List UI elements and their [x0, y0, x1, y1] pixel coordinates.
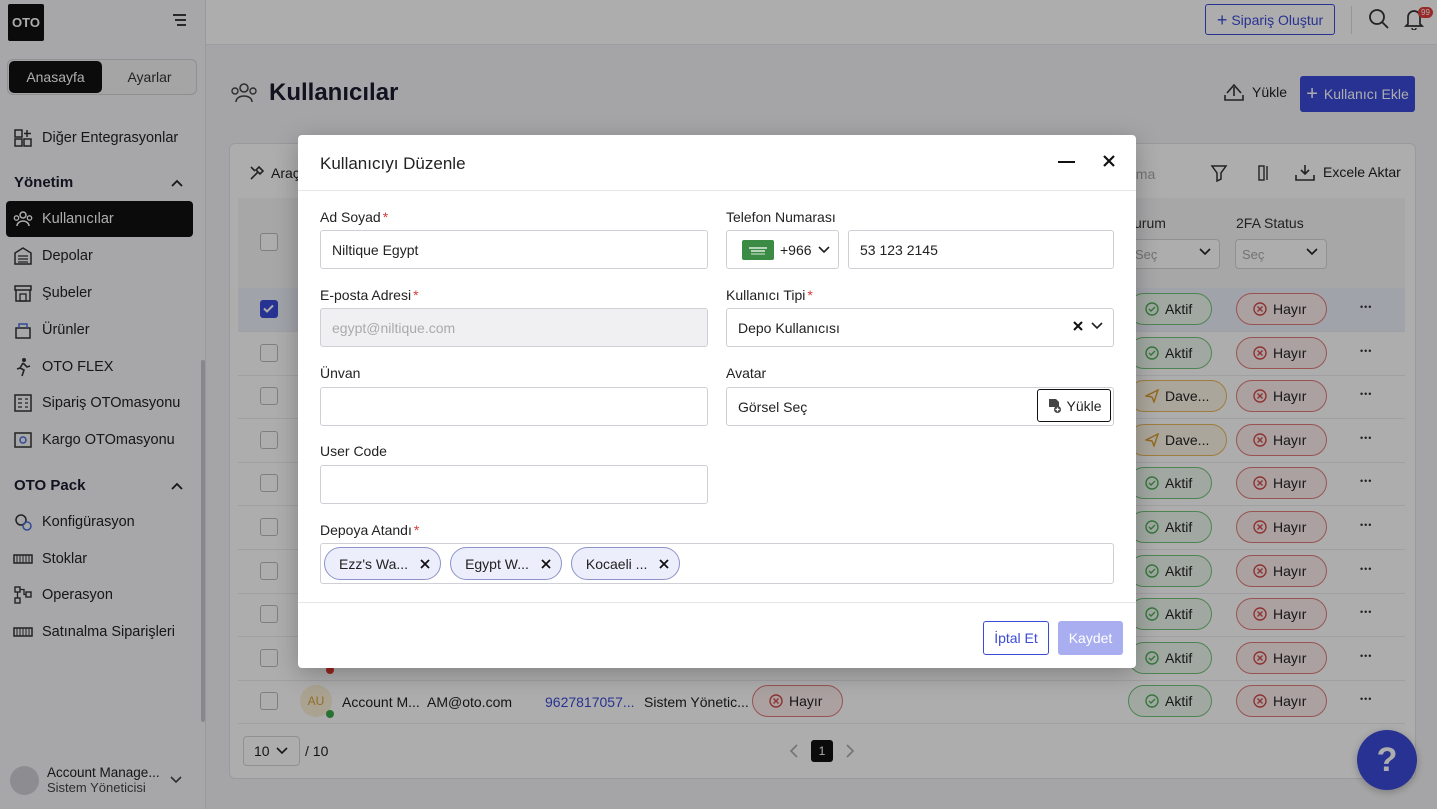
user-code-field[interactable]: [320, 465, 708, 504]
user-type-label-text: Kullanıcı Tipi: [726, 287, 806, 303]
remove-tag-icon[interactable]: [659, 558, 669, 569]
clear-icon[interactable]: [1073, 321, 1083, 331]
cancel-button[interactable]: İptal Et: [983, 621, 1049, 655]
required-mark: *: [807, 287, 813, 303]
saudi-flag-icon: [742, 239, 774, 260]
country-code-select[interactable]: +966: [726, 230, 839, 269]
warehouse-multiselect[interactable]: Ezz's Wa... Egypt W... Kocaeli ...: [320, 543, 1114, 584]
required-mark: *: [413, 522, 420, 538]
user-type-label: Kullanıcı Tipi *: [726, 287, 813, 303]
warehouse-tag-label: Ezz's Wa...: [339, 555, 409, 572]
name-field[interactable]: Niltique Egypt: [320, 230, 708, 269]
name-label: Ad Soyad *: [320, 209, 388, 225]
modal-title: Kullanıcıyı Düzenle: [320, 154, 466, 173]
warehouse-label-text: Depoya Atandı: [320, 522, 412, 538]
remove-tag-icon[interactable]: [420, 558, 430, 569]
close-icon[interactable]: [1102, 154, 1116, 171]
warehouse-label: Depoya Atandı *: [320, 522, 419, 538]
title-field[interactable]: [320, 387, 708, 426]
warehouse-tag: Ezz's Wa...: [324, 547, 442, 580]
warehouse-tag: Egypt W...: [450, 547, 562, 580]
email-label-text: E-posta Adresi: [320, 287, 412, 303]
chevron-down-icon: [817, 245, 830, 253]
phone-label: Telefon Numarası: [726, 209, 836, 225]
email-field: egypt@niltique.com: [320, 308, 708, 347]
required-mark: *: [382, 209, 389, 225]
file-upload-icon: [1049, 398, 1062, 413]
email-label: E-posta Adresi *: [320, 287, 419, 303]
minimize-icon[interactable]: [1058, 161, 1075, 163]
user-code-label: User Code: [320, 443, 387, 459]
country-code-value: +966: [780, 241, 812, 258]
title-label: Ünvan: [320, 365, 361, 381]
edit-user-modal: Kullanıcıyı Düzenle Ad Soyad * Niltique E…: [298, 135, 1136, 668]
chevron-down-icon[interactable]: [1091, 322, 1103, 330]
save-button[interactable]: Kaydet: [1058, 621, 1123, 655]
avatar-upload-label: Yükle: [1066, 397, 1102, 414]
avatar-upload-button[interactable]: Yükle: [1037, 389, 1111, 422]
warehouse-tag: Kocaeli ...: [570, 547, 681, 580]
user-type-select[interactable]: Depo Kullanıcısı: [726, 308, 1114, 347]
warehouse-tag-label: Egypt W...: [465, 555, 529, 572]
required-mark: *: [413, 287, 419, 303]
phone-field[interactable]: 53 123 2145: [848, 230, 1114, 269]
user-type-value: Depo Kullanıcısı: [738, 319, 840, 336]
name-label-text: Ad Soyad: [320, 209, 381, 225]
remove-tag-icon[interactable]: [541, 558, 551, 569]
avatar-label: Avatar: [726, 365, 767, 381]
warehouse-tag-label: Kocaeli ...: [585, 555, 648, 572]
